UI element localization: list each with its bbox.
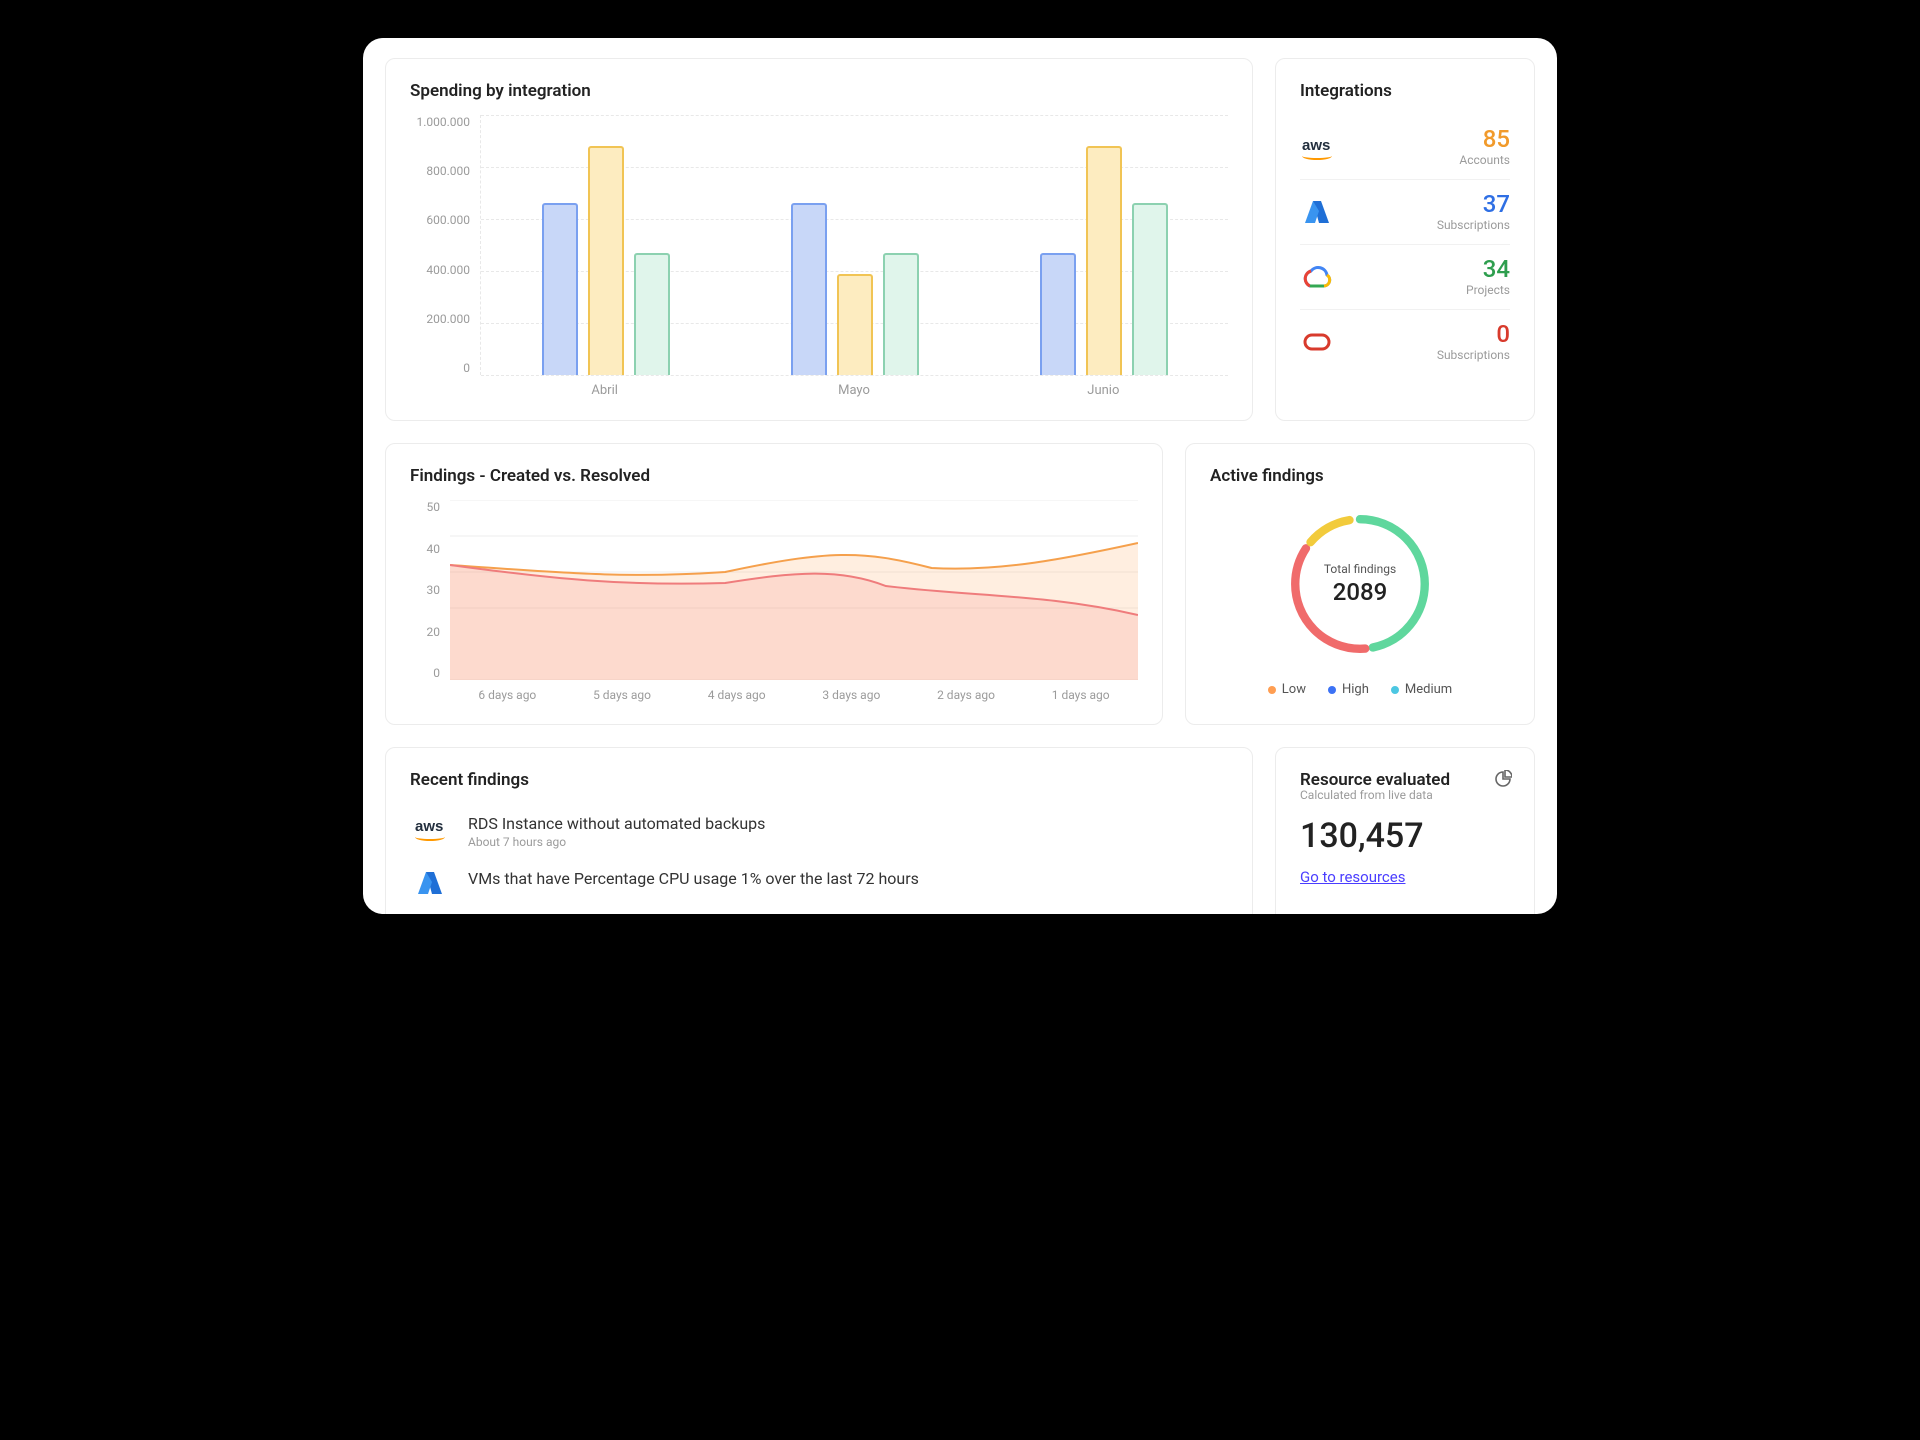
findings-title: Findings - Created vs. Resolved (410, 466, 1138, 486)
bar (1040, 253, 1076, 375)
bar (883, 253, 919, 375)
resource-value: 130,457 (1300, 816, 1510, 856)
spending-bar-chart: 1.000.000 800.000 600.000 400.000 200.00… (410, 115, 1228, 375)
azure-icon (410, 869, 450, 897)
resource-evaluated-card: Resource evaluated Calculated from live … (1275, 747, 1535, 914)
resource-title: Resource evaluated (1300, 770, 1510, 790)
integrations-card: Integrations aws 85 Accounts 37 (1275, 58, 1535, 421)
legend-high: High (1328, 682, 1369, 697)
spending-by-integration-card: Spending by integration 1.000.000 800.00… (385, 58, 1253, 421)
pie-chart-icon[interactable] (1494, 770, 1512, 792)
gcp-icon (1300, 263, 1334, 291)
bar-group (730, 115, 979, 375)
active-findings-title: Active findings (1210, 466, 1324, 486)
spending-title: Spending by integration (410, 81, 1228, 101)
spending-plot-area (480, 115, 1228, 375)
findings-x-axis: 6 days ago 5 days ago 4 days ago 3 days … (450, 688, 1138, 702)
legend-low: Low (1268, 682, 1306, 697)
recent-finding-item[interactable]: aws RDS Instance without automated backu… (410, 804, 1228, 859)
oracle-icon (1300, 328, 1334, 356)
aws-icon: aws (410, 814, 450, 842)
recent-findings-title: Recent findings (410, 770, 1228, 790)
aws-icon: aws (1300, 133, 1334, 161)
active-findings-donut: Total findings 2089 (1280, 504, 1440, 664)
recent-finding-item[interactable]: VMs that have Percentage CPU usage 1% ov… (410, 859, 1228, 907)
integration-row-azure[interactable]: 37 Subscriptions (1300, 180, 1510, 245)
azure-icon (1300, 198, 1334, 226)
spending-y-axis: 1.000.000 800.000 600.000 400.000 200.00… (410, 115, 480, 375)
donut-label: Total findings (1324, 562, 1396, 576)
bar (1132, 203, 1168, 375)
findings-y-axis: 50 40 30 20 0 (410, 500, 450, 680)
bar-group (979, 115, 1228, 375)
integration-row-oracle[interactable]: 0 Subscriptions (1300, 310, 1510, 374)
findings-area-chart (450, 500, 1138, 680)
bar (837, 274, 873, 375)
dashboard-screen: Spending by integration 1.000.000 800.00… (363, 38, 1557, 914)
spending-x-axis: Abril Mayo Junio (480, 383, 1228, 398)
donut-total: 2089 (1333, 578, 1388, 606)
legend-medium: Medium (1391, 682, 1452, 697)
bar (791, 203, 827, 375)
findings-chart-card: Findings - Created vs. Resolved 50 40 30… (385, 443, 1163, 725)
resource-subtitle: Calculated from live data (1300, 788, 1510, 802)
tablet-frame: Spending by integration 1.000.000 800.00… (325, 0, 1595, 952)
bar (634, 253, 670, 375)
bar (542, 203, 578, 375)
bar (1086, 146, 1122, 375)
go-to-resources-link[interactable]: Go to resources (1300, 868, 1405, 886)
active-findings-card: Active findings Total findings 2089 Low … (1185, 443, 1535, 725)
integration-row-aws[interactable]: aws 85 Accounts (1300, 115, 1510, 180)
integrations-title: Integrations (1300, 81, 1510, 101)
bar-group (481, 115, 730, 375)
active-findings-legend: Low High Medium (1268, 682, 1452, 697)
bar (588, 146, 624, 375)
integration-row-gcp[interactable]: 34 Projects (1300, 245, 1510, 310)
recent-findings-card: Recent findings aws RDS Instance without… (385, 747, 1253, 914)
